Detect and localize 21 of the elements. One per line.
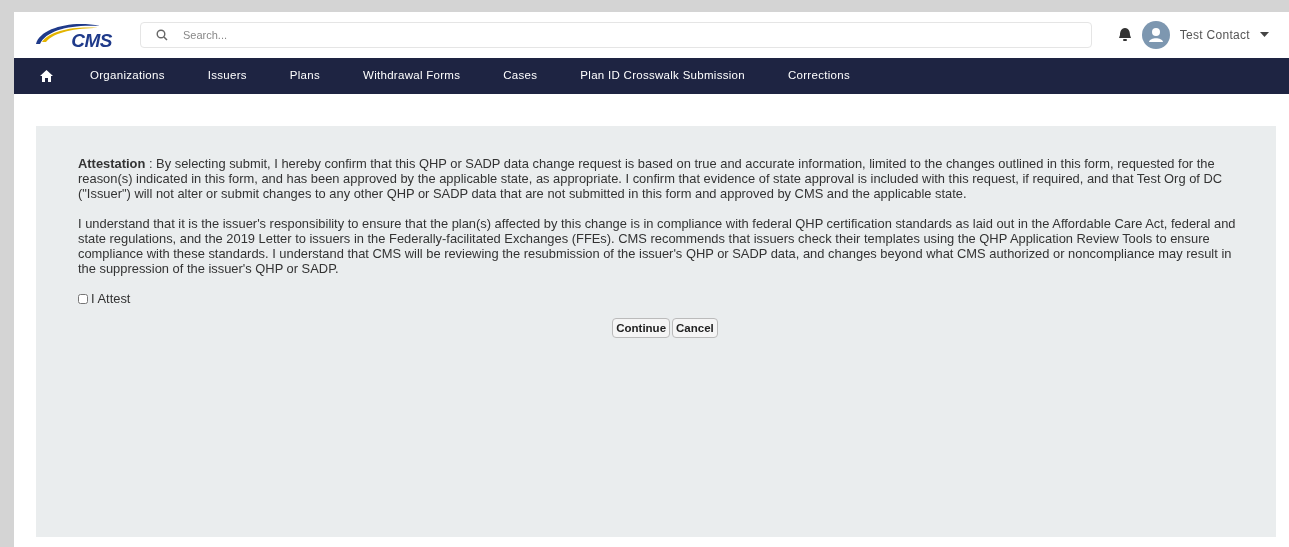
attestation-paragraph: I understand that it is the issuer's responsibility to ensure that the plan(s) affected by this change is in compliance with federal QHP certification standards as laid out in the Affordable Care Act, federal and state regulations, and the 2019 Letter to issuers in the Federally-facilitated Exchanges (FFEs). CMS recommends that issuers check their templates using the QHP Application Review Tools to ensure compliance with these standards. I understand that CMS will be reviewing the resubmission of the issuer's QHP or SADP data, and changes beyond what CMS authorized or noncompliance may result in the suppression of the issuer's QHP or SADP. — [78, 216, 1237, 276]
attest-checkbox[interactable] — [78, 293, 88, 304]
caret-icon[interactable] — [1260, 32, 1269, 38]
cms-logo: CMS — [32, 20, 114, 50]
form-button[interactable]: Cancel — [672, 318, 718, 338]
form-button[interactable]: Continue — [612, 318, 671, 338]
nav-link[interactable]: Plans — [289, 67, 320, 85]
avatar-icon[interactable] — [1141, 21, 1170, 49]
search-icon — [156, 29, 168, 41]
home-icon[interactable] — [40, 70, 53, 82]
nav-link[interactable]: Corrections — [787, 67, 850, 85]
nav-link[interactable]: Cases — [503, 67, 538, 85]
bell-icon[interactable] — [1117, 27, 1132, 43]
checkbox-label: I Attest — [91, 291, 131, 306]
attestation-paragraph: Attestation : By selecting submit, I hereby confirm that this QHP or SADP data change request is based on true and accurate information, limited to the changes outlined in this form, requested for the reason(s) indicated in this form, and has been approved by the applicable state, as appropriate. I confirm that evidence of state approval is included with this request, if required, and that Test Org of DC ("Issuer") will not alter or submit changes to any other QHP or SADP data that are not submitted in this form and approved by CMS and the applicable state. — [78, 156, 1224, 201]
nav-link[interactable]: Organizations — [90, 67, 165, 85]
nav-link[interactable]: Withdrawal Forms — [363, 67, 461, 85]
nav-link[interactable]: Plan ID Crosswalk Submission — [580, 67, 745, 85]
user-name[interactable]: Test Contact — [1179, 26, 1250, 44]
nav-link[interactable]: Issuers — [207, 67, 247, 85]
search-field[interactable]: Search... — [140, 22, 1092, 48]
